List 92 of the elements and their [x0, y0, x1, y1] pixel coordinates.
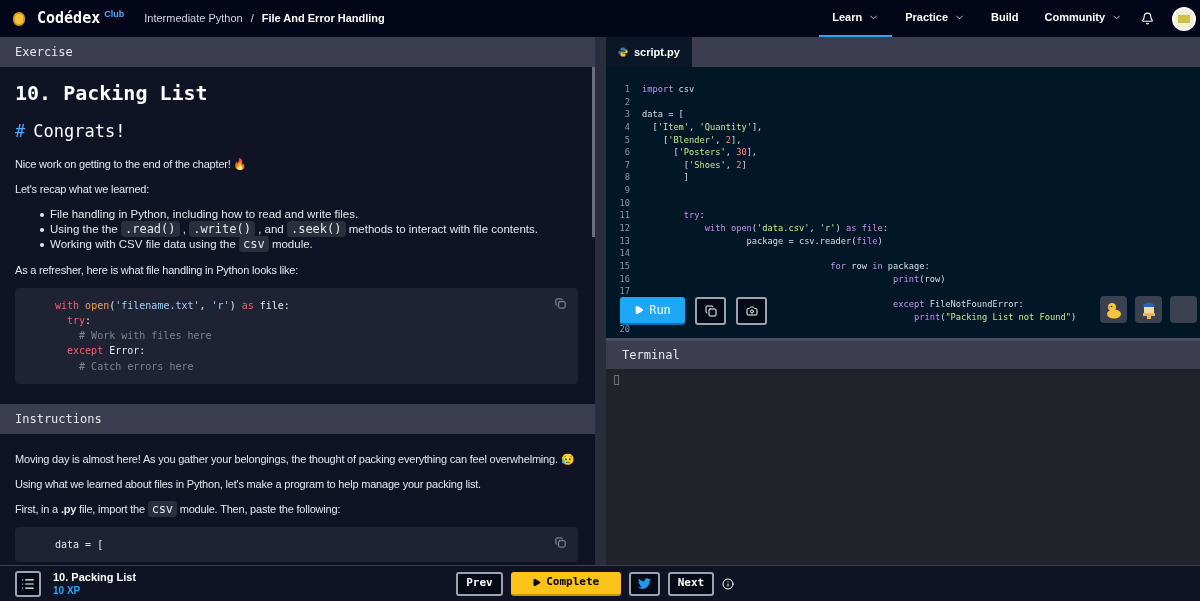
bullet-icon — [40, 227, 44, 232]
notification-icon[interactable] — [1141, 12, 1154, 25]
logo[interactable]: Codédex — [37, 7, 101, 30]
line-number: 7 — [624, 159, 630, 170]
file-tab[interactable]: script.py — [606, 37, 692, 67]
line-number: 16 — [619, 273, 630, 284]
copy-icon — [704, 305, 717, 317]
breadcrumb-link[interactable]: Intermediate Python — [144, 10, 243, 27]
list-item: Using the the .read() , .write() , and .seek() methods to interact with file contents. — [50, 221, 538, 237]
code-line: data = [ — [55, 538, 104, 552]
code-line: ['Posters', 30], — [673, 146, 758, 159]
logo-coin-icon — [13, 11, 25, 26]
code-line: try: — [683, 209, 705, 223]
avatar[interactable] — [1172, 6, 1196, 31]
duck-button[interactable] — [1100, 296, 1127, 323]
panel-title: Terminal — [622, 347, 680, 364]
code-line: try: — [66, 313, 92, 328]
bullet-icon — [40, 212, 44, 217]
code-line: data = [ — [642, 108, 684, 121]
nav-item[interactable]: Build — [978, 0, 1032, 37]
code-line: print("Packing List not Found") — [914, 310, 1077, 324]
paragraph: As a refresher, here is what file handling in Python looks like: — [15, 262, 299, 277]
python-icon — [618, 47, 628, 57]
code-line: for row in package: — [830, 259, 930, 273]
play-icon — [634, 305, 645, 315]
code-editor[interactable] — [606, 67, 1200, 338]
paragraph: First, in a .py file, import the csv module. Then, paste the following: — [15, 502, 341, 516]
exercise-title: 10. Packing List — [15, 81, 208, 105]
code-line: with open('filename.txt', 'r') as file: — [55, 298, 290, 313]
line-number: 6 — [624, 147, 630, 158]
line-number: 10 — [619, 197, 630, 208]
paragraph: Nice work on getting to the end of the chapter! 🔥 — [15, 156, 248, 171]
twitter-icon — [637, 577, 651, 590]
line-number: 8 — [624, 172, 630, 183]
complete-button[interactable]: Complete — [510, 571, 621, 596]
code-line: package = csv.reader(file) — [746, 234, 883, 248]
breadcrumb-separator: / — [250, 11, 254, 27]
breadcrumb-link[interactable]: File And Error Handling — [261, 10, 385, 27]
code-line: with open('data.csv', 'r') as file: — [704, 222, 888, 235]
paragraph: Moving day is almost here! As you gather your belongings, the thought of packing everything can feel overwhelming. 😥 — [15, 452, 575, 466]
prev-button[interactable]: Prev — [456, 571, 503, 596]
panel-title: Exercise — [15, 44, 73, 61]
copy-icon[interactable] — [555, 537, 566, 548]
line-number: 15 — [619, 260, 630, 271]
code-line: # Catch errors here — [78, 359, 194, 374]
line-number: 12 — [619, 223, 630, 234]
nav-item[interactable]: Community — [1031, 0, 1135, 37]
list-item: Working with CSV file data using the csv module. — [50, 236, 313, 252]
bullet-icon — [40, 242, 44, 247]
line-number: 9 — [624, 185, 630, 196]
play-icon — [532, 578, 542, 587]
club-label: Club — [104, 7, 125, 21]
code-line: ['Item', 'Quantity'], — [652, 120, 763, 134]
line-number: 14 — [619, 248, 630, 259]
lesson-title: 10. Packing List — [53, 570, 137, 584]
paragraph: Let's recap what we learned: — [15, 181, 150, 196]
line-number: 5 — [624, 134, 630, 145]
panel-title: Instructions — [15, 411, 102, 428]
line-number: 3 — [624, 109, 630, 120]
next-button[interactable]: Next — [667, 571, 715, 596]
share-button[interactable] — [628, 571, 660, 596]
xp-label: 10 XP — [53, 583, 82, 597]
screenshot-button[interactable] — [736, 297, 767, 325]
camera-icon — [745, 305, 758, 317]
code-line: print(row) — [893, 272, 946, 286]
section-heading: Congrats! — [33, 120, 126, 143]
line-number: 11 — [619, 210, 630, 221]
code-line: except Error: — [66, 344, 146, 359]
copy-icon[interactable] — [555, 297, 566, 309]
code-line: ['Blender', 2], — [662, 133, 742, 147]
menu-button[interactable] — [15, 570, 41, 597]
character-button[interactable] — [1135, 296, 1162, 323]
line-number: 13 — [619, 235, 630, 246]
code-line: import csv — [642, 83, 695, 96]
cursor-icon — [614, 375, 619, 385]
heading-mark: # — [15, 120, 26, 143]
code-line: ] — [683, 171, 690, 185]
line-number: 4 — [624, 121, 630, 132]
line-number: 2 — [624, 96, 630, 107]
code-line: # Work with files here — [78, 329, 212, 344]
code-line: except FileNotFoundError: — [893, 297, 1024, 311]
menu-icon — [21, 576, 35, 591]
nav-item[interactable]: Practice — [892, 0, 978, 37]
scrollbar[interactable] — [592, 67, 595, 237]
list-item: File handling in Python, including how to read and write files. — [50, 206, 359, 222]
line-number: 1 — [624, 84, 630, 94]
copy-button[interactable] — [695, 297, 726, 325]
line-number: 20 — [619, 324, 630, 335]
info-icon[interactable] — [722, 577, 735, 590]
code-line: ['Shoes', 2] — [683, 158, 747, 172]
line-number: 17 — [619, 286, 630, 297]
paragraph: Using what we learned about files in Python, let's make a program to help manage your packing list. — [15, 477, 481, 491]
